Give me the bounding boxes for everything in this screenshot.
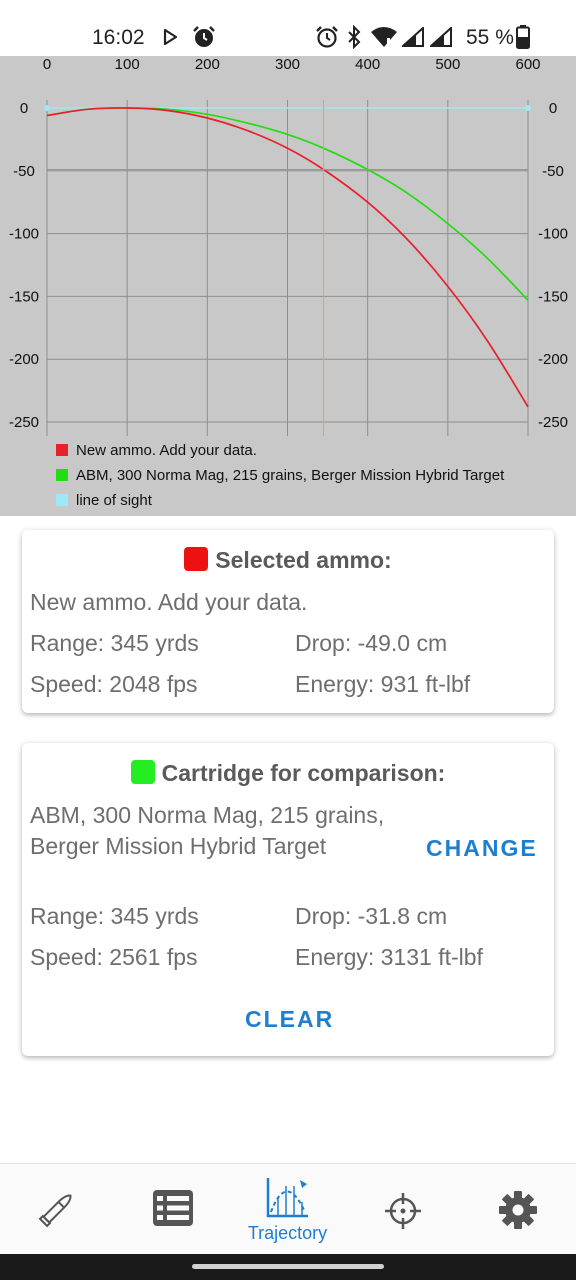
wifi-icon <box>371 27 397 47</box>
trajectory-chart[interactable]: 0 100 200 300 400 500 600 0 0 -50 -50 -100 -100 -150 -… <box>0 56 576 516</box>
clear-button[interactable]: CLEAR <box>245 1006 334 1033</box>
y-tick-label-left: -100 <box>9 226 39 243</box>
change-button[interactable]: CHANGE <box>426 835 538 862</box>
status-bar: 16:02 55 % <box>0 0 576 56</box>
settings-gear-icon <box>499 1191 537 1229</box>
list-icon <box>153 1190 193 1226</box>
legend-swatch <box>56 444 68 456</box>
alarm-icon <box>316 26 338 48</box>
legend-swatch <box>56 469 68 481</box>
selected-drop: Drop: -49.0 cm <box>295 630 448 656</box>
bluetooth-icon <box>348 25 361 49</box>
x-tick-label: 300 <box>275 56 300 73</box>
nav-item-list[interactable] <box>115 1164 230 1254</box>
x-tick-label: 500 <box>435 56 460 73</box>
selected-range: Range: 345 yrds <box>30 630 199 656</box>
comparison-speed: Speed: 2561 fps <box>30 944 198 970</box>
selected-speed: Speed: 2048 fps <box>30 671 198 697</box>
comparison-title-text: Cartridge for comparison: <box>161 760 446 786</box>
y-tick-label-left: -50 <box>13 163 35 180</box>
comparison-energy: Energy: 3131 ft-lbf <box>295 944 483 970</box>
comparison-range: Range: 345 yrds <box>30 903 199 929</box>
alarm-icon <box>193 26 215 47</box>
comparison-drop: Drop: -31.8 cm <box>295 903 448 929</box>
selected-ammo-title-text: Selected ammo: <box>215 547 392 573</box>
trajectory-icon <box>266 1178 308 1218</box>
home-gesture-handle[interactable] <box>192 1264 384 1269</box>
selected-energy: Energy: 931 ft-lbf <box>295 671 471 697</box>
selected-ammo-card: Selected ammo: New ammo. Add your data. … <box>22 530 554 713</box>
y-tick-label-right: -250 <box>538 414 568 431</box>
nav-label-trajectory: Trajectory <box>247 1223 328 1243</box>
nav-item-trajectory[interactable]: Trajectory <box>230 1164 345 1254</box>
legend-label: ABM, 300 Norma Mag, 215 grains, Berger M… <box>76 467 505 484</box>
nav-item-target[interactable] <box>345 1164 460 1254</box>
battery-percent: 55 % <box>466 26 514 49</box>
y-tick-label-left: 0 <box>20 100 28 117</box>
nav-item-ammo[interactable] <box>0 1164 115 1254</box>
x-tick-label: 400 <box>355 56 380 73</box>
y-tick-label-left: -250 <box>9 414 39 431</box>
nav-item-settings[interactable] <box>460 1164 575 1254</box>
signal-icon <box>402 27 424 47</box>
legend-label: New ammo. Add your data. <box>76 442 257 459</box>
y-tick-label-right: -100 <box>538 226 568 243</box>
y-tick-label-left: -200 <box>9 351 39 368</box>
cartridge-icon <box>38 1194 72 1228</box>
battery-icon <box>516 25 530 49</box>
y-tick-label-right: -200 <box>538 351 568 368</box>
selected-ammo-name: New ammo. Add your data. <box>30 589 308 615</box>
y-tick-label-left: -150 <box>9 288 39 305</box>
y-tick-label-right: -150 <box>538 288 568 305</box>
y-tick-label-right: -50 <box>542 163 564 180</box>
comparison-card: Cartridge for comparison: ABM, 300 Norma… <box>22 743 554 1056</box>
x-tick-label: 600 <box>515 56 540 73</box>
selected-ammo-color-swatch <box>184 547 209 571</box>
status-time: 16:02 <box>92 26 145 49</box>
x-tick-label: 100 <box>115 56 140 73</box>
y-tick-label-right: 0 <box>549 100 557 117</box>
crosshair-icon <box>385 1193 421 1229</box>
signal-icon <box>430 27 452 47</box>
system-navigation-bar <box>0 1254 576 1280</box>
comparison-title: Cartridge for comparison: <box>22 760 554 787</box>
line-of-sight-endpoint <box>525 105 531 111</box>
comparison-color-swatch <box>130 760 155 784</box>
trajectory-chart-svg[interactable]: 0 100 200 300 400 500 600 0 0 -50 -50 -100 -100 -150 -… <box>0 56 576 516</box>
legend-swatch <box>56 494 68 506</box>
x-tick-label: 0 <box>43 56 51 73</box>
line-of-sight-endpoint <box>44 105 50 111</box>
selected-ammo-title: Selected ammo: <box>22 547 554 574</box>
play-store-icon <box>163 29 177 45</box>
legend-label: line of sight <box>76 492 153 509</box>
comparison-ammo-name: ABM, 300 Norma Mag, 215 grains, Berger M… <box>30 802 385 859</box>
bottom-navigation: Trajectory <box>0 1163 576 1254</box>
x-tick-label: 200 <box>195 56 220 73</box>
